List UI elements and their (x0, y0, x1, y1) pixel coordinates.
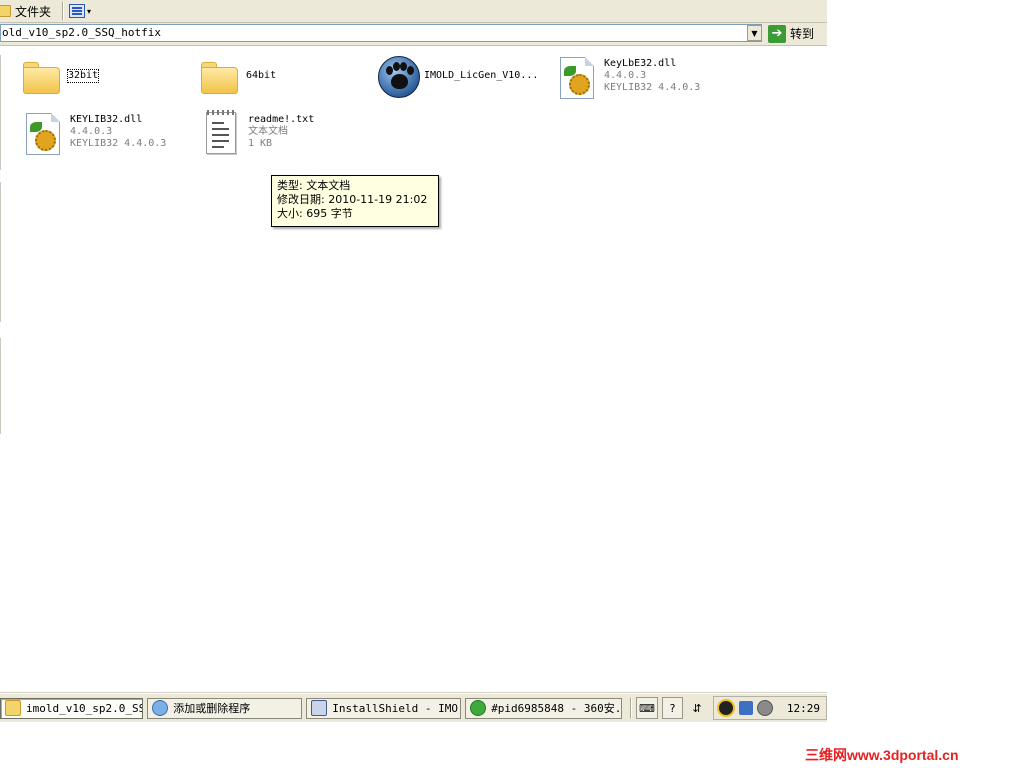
system-tray: 12:29 (712, 696, 828, 720)
qq-icon[interactable] (716, 699, 735, 717)
address-dropdown-button[interactable]: ▼ (747, 25, 762, 41)
dll-icon (556, 54, 600, 100)
help-icon: ? (669, 701, 676, 715)
dll-icon (22, 110, 66, 156)
go-arrow-icon: ➔ (768, 24, 786, 43)
file-item-readme[interactable]: readme!.txt 文本文档 1 KB (200, 110, 314, 156)
views-icon (69, 4, 86, 18)
keyboard-button[interactable]: ⌨ (636, 697, 658, 719)
paw-icon (376, 53, 420, 99)
keyboard-icon: ⌨ (638, 701, 655, 715)
go-label: 转到 (790, 27, 815, 41)
network-icon[interactable] (738, 701, 753, 715)
tooltip-date: 修改日期: 2010-11-19 21:02 (277, 193, 428, 206)
clock: 12:29 (786, 701, 821, 715)
chevron-down-icon: ▾ (87, 6, 92, 16)
taskbar-item-add-remove[interactable]: 添加或删除程序 (147, 697, 303, 719)
left-pane-edge (0, 55, 3, 170)
file-description: KEYLIB32 4.4.0.3 (70, 138, 167, 149)
folder-icon (0, 5, 11, 17)
taskbar-item-360-browser[interactable]: #pid6985848 - 360安... (465, 697, 623, 719)
folder-icon (5, 700, 21, 716)
chevron-down-icon: ▼ (751, 28, 758, 38)
file-version: 4.4.0.3 (604, 70, 647, 81)
toolbar-separator (62, 2, 65, 20)
file-size: 1 KB (248, 138, 273, 149)
file-kind: 文本文档 (248, 126, 288, 137)
task-label: imold_v10_sp2.0_SS... (26, 701, 142, 715)
explorer-screen: 文件夹 ▾ old_v10_sp2.0_SSQ_hotfix ▼ ➔ 转到 32… (0, 0, 1024, 768)
help-button[interactable]: ? (661, 697, 684, 719)
go-button[interactable]: ➔ 转到 (768, 23, 814, 44)
left-pane-edge (0, 182, 3, 322)
programs-icon (152, 700, 169, 716)
file-item-64bit[interactable]: 64bit (198, 54, 276, 100)
file-name: IMOLD_LicGen_V10... (424, 70, 539, 81)
task-label: #pid6985848 - 360安... (491, 702, 623, 715)
language-button[interactable]: ⇵ (687, 698, 707, 718)
watermark: 三维网www.3dportal.cn (805, 747, 959, 763)
address-bar: old_v10_sp2.0_SSQ_hotfix ▼ ➔ 转到 (0, 23, 827, 46)
tooltip-type: 类型: 文本文档 (277, 179, 351, 192)
tooltip-size: 大小: 695 字节 (277, 207, 353, 220)
file-name: 64bit (246, 70, 277, 81)
file-item-licgen[interactable]: IMOLD_LicGen_V10... (376, 53, 538, 99)
task-label: 添加或删除程序 (173, 702, 251, 715)
file-version: 4.4.0.3 (70, 126, 113, 137)
taskbar-item-explorer[interactable]: imold_v10_sp2.0_SS... (0, 697, 144, 719)
address-input[interactable]: old_v10_sp2.0_SSQ_hotfix (0, 24, 762, 42)
file-name: KeyLbE32.dll (604, 58, 677, 69)
task-label: InstallShield - IMO... (332, 701, 460, 715)
file-name: 32bit (66, 69, 100, 83)
browser-icon (470, 700, 487, 716)
taskbar: imold_v10_sp2.0_SS... 添加或删除程序 InstallShi… (0, 693, 828, 722)
file-name: readme!.txt (248, 114, 315, 125)
folder-icon (20, 54, 64, 100)
installer-icon (311, 700, 328, 716)
file-item-keylbe32[interactable]: KeyLbE32.dll 4.4.0.3 KEYLIB32 4.4.0.3 (556, 54, 700, 100)
folders-label: 文件夹 (15, 4, 52, 19)
views-button[interactable]: ▾ (69, 4, 91, 18)
toolbar: 文件夹 ▾ (0, 0, 827, 23)
text-file-icon (200, 110, 244, 156)
folders-button[interactable]: 文件夹 (0, 1, 57, 21)
taskbar-item-installshield[interactable]: InstallShield - IMO... (306, 697, 462, 719)
taskbar-separator (630, 698, 633, 718)
language-icon: ⇵ (692, 701, 702, 715)
file-info-tooltip: 类型: 文本文档 修改日期: 2010-11-19 21:02 大小: 695 … (271, 175, 439, 227)
folder-icon (198, 54, 242, 100)
file-description: KEYLIB32 4.4.0.3 (604, 82, 701, 93)
volume-icon[interactable] (756, 700, 773, 716)
file-name: KEYLIB32.dll (70, 114, 143, 125)
left-pane-edge (0, 338, 3, 434)
file-item-32bit[interactable]: 32bit (20, 54, 100, 100)
file-item-keylib32[interactable]: KEYLIB32.dll 4.4.0.3 KEYLIB32 4.4.0.3 (22, 110, 166, 156)
